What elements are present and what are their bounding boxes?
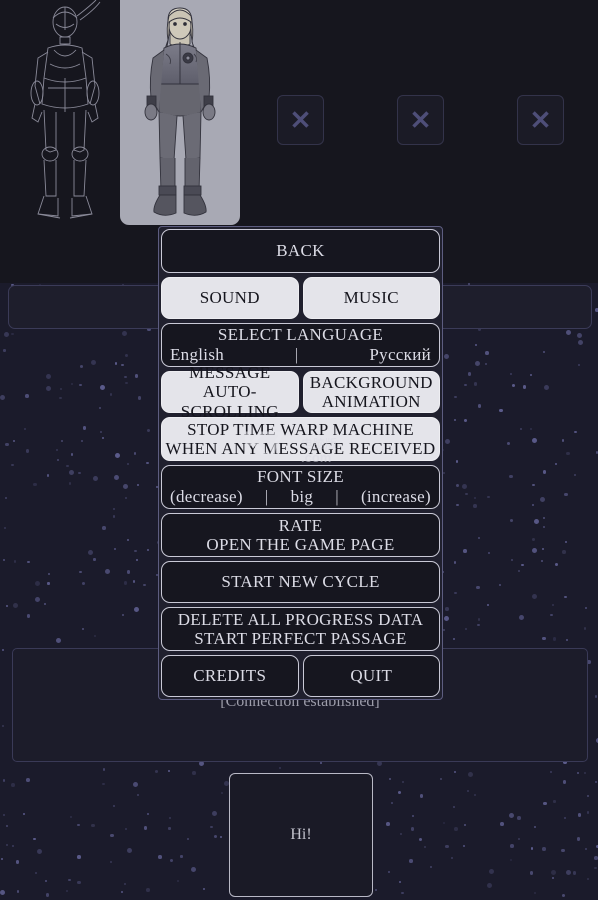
back-label: BACK bbox=[276, 241, 325, 261]
select-language-button[interactable]: SELECT LANGUAGE English | Русский bbox=[161, 323, 440, 367]
auto-scrolling-line2: AUTO-SCROLLING bbox=[180, 382, 279, 421]
background-animation-line2: ANIMATION bbox=[321, 392, 421, 411]
stop-warp-line1: STOP TIME WARP MACHINE bbox=[187, 419, 414, 439]
outline-character-figure bbox=[30, 0, 101, 219]
auto-scrolling-line1: MESSAGE bbox=[189, 363, 271, 383]
menu-row-new-cycle: START NEW CYCLE bbox=[161, 561, 440, 603]
font-size-title: FONT SIZE bbox=[257, 467, 344, 487]
font-size-control[interactable]: FONT SIZE (decrease) | big | (increase) bbox=[161, 465, 440, 509]
menu-row-delete: DELETE ALL PROGRESS DATA START PERFECT P… bbox=[161, 607, 440, 651]
credits-button[interactable]: CREDITS bbox=[161, 655, 299, 697]
music-label: MUSIC bbox=[343, 288, 399, 308]
menu-row-language: SELECT LANGUAGE English | Русский bbox=[161, 323, 440, 367]
close-icon: ✕ bbox=[409, 105, 432, 135]
start-new-cycle-label: START NEW CYCLE bbox=[221, 572, 380, 592]
settings-menu: BACK SOUND MUSIC SELECT LANGUAGE English… bbox=[158, 226, 443, 700]
empty-slot-1[interactable]: ✕ bbox=[277, 95, 324, 145]
delete-progress-line1: DELETE ALL PROGRESS DATA bbox=[177, 609, 424, 629]
menu-row-font-size: FONT SIZE (decrease) | big | (increase) bbox=[161, 465, 440, 509]
menu-row-back: BACK bbox=[161, 229, 440, 273]
rate-line2: OPEN THE GAME PAGE bbox=[206, 535, 395, 554]
music-toggle-button[interactable]: MUSIC bbox=[302, 277, 440, 319]
message-auto-scrolling-button[interactable]: MESSAGE AUTO-SCROLLING bbox=[161, 363, 299, 421]
font-size-increase-button[interactable]: (increase) bbox=[361, 487, 431, 507]
background-animation-button[interactable]: BACKGROUND ANIMATION bbox=[302, 371, 440, 413]
game-screen: ✕ ✕ ✕ locatio y vault Key knowledg e war… bbox=[0, 0, 598, 900]
character-slot-selected[interactable] bbox=[120, 0, 240, 225]
font-size-decrease-button[interactable]: (decrease) bbox=[170, 487, 243, 507]
start-new-cycle-button[interactable]: START NEW CYCLE bbox=[161, 561, 440, 603]
menu-row-stop-warp: STOP TIME WARP MACHINE WHEN ANY MESSAGE … bbox=[161, 417, 440, 461]
back-button[interactable]: BACK bbox=[161, 229, 440, 273]
delete-progress-button[interactable]: DELETE ALL PROGRESS DATA START PERFECT P… bbox=[161, 607, 440, 651]
language-option-english[interactable]: English bbox=[170, 345, 224, 365]
suited-character-figure bbox=[144, 7, 216, 216]
background-animation-line1: BACKGROUND bbox=[309, 372, 433, 392]
delete-progress-line2: START PERFECT PASSAGE bbox=[194, 629, 407, 648]
quit-label: QUIT bbox=[350, 666, 393, 686]
credits-label: CREDITS bbox=[193, 666, 267, 686]
stop-time-warp-button[interactable]: STOP TIME WARP MACHINE WHEN ANY MESSAGE … bbox=[161, 417, 440, 461]
rate-game-button[interactable]: RATE OPEN THE GAME PAGE bbox=[161, 513, 440, 557]
language-option-russian[interactable]: Русский bbox=[369, 345, 431, 365]
close-icon: ✕ bbox=[529, 105, 552, 135]
close-icon: ✕ bbox=[289, 105, 312, 135]
font-size-sep-left: | bbox=[264, 486, 269, 506]
character-slot-outline[interactable] bbox=[10, 0, 120, 225]
menu-row-audio: SOUND MUSIC bbox=[161, 277, 440, 319]
quit-button[interactable]: QUIT bbox=[302, 655, 440, 697]
font-size-value: big bbox=[290, 486, 314, 506]
message-input-value: Hi! bbox=[290, 826, 312, 843]
empty-slot-2[interactable]: ✕ bbox=[397, 95, 444, 145]
rate-line1: RATE bbox=[278, 515, 323, 535]
sound-toggle-button[interactable]: SOUND bbox=[161, 277, 299, 319]
message-input-box[interactable]: Hi! bbox=[229, 773, 373, 897]
sound-label: SOUND bbox=[199, 288, 260, 308]
menu-row-toggles: MESSAGE AUTO-SCROLLING BACKGROUND ANIMAT… bbox=[161, 363, 440, 421]
font-size-sep-right: | bbox=[335, 486, 339, 506]
menu-row-footer: CREDITS QUIT bbox=[161, 655, 440, 697]
select-language-title: SELECT LANGUAGE bbox=[217, 325, 384, 345]
language-separator: | bbox=[294, 344, 299, 364]
menu-row-rate: RATE OPEN THE GAME PAGE bbox=[161, 513, 440, 557]
stop-warp-line2: WHEN ANY MESSAGE RECEIVED bbox=[165, 439, 436, 458]
empty-slot-3[interactable]: ✕ bbox=[517, 95, 564, 145]
